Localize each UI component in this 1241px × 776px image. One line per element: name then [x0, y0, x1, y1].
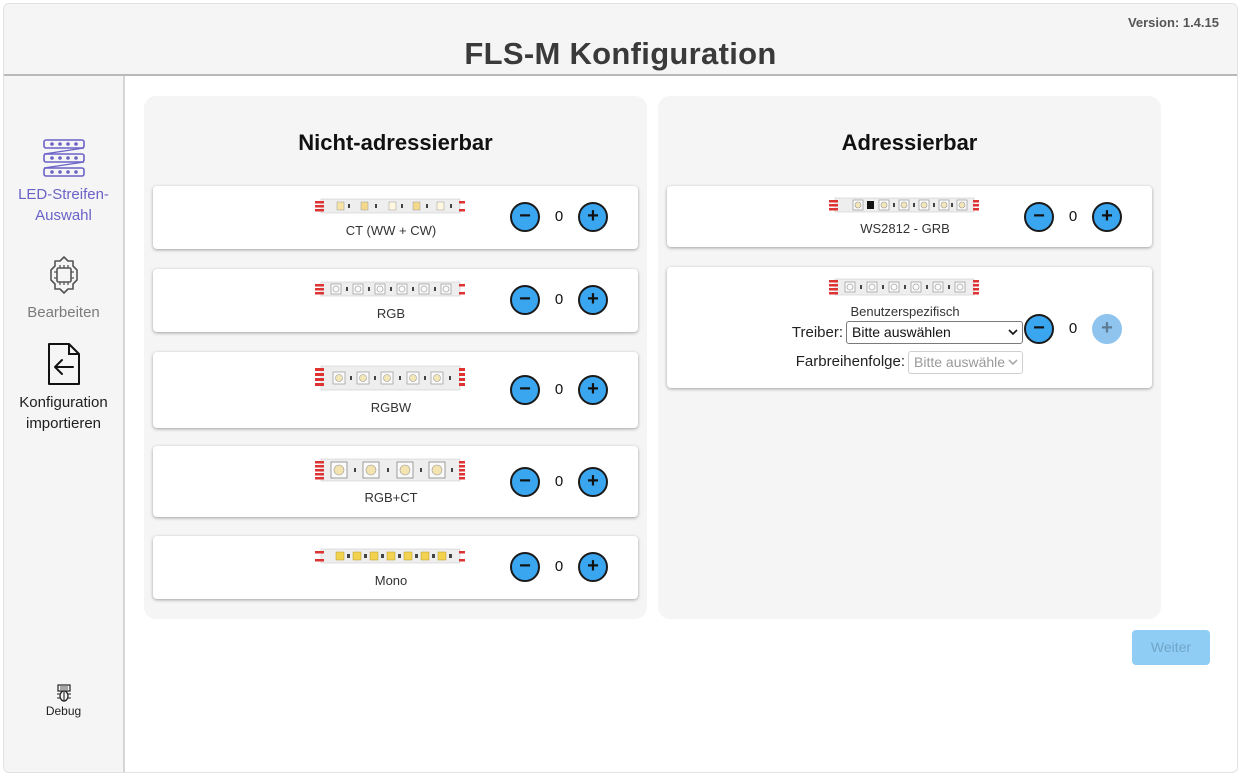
quantity-stepper: − 0 +: [510, 375, 624, 405]
quantity-stepper: − 0 +: [510, 285, 624, 315]
sidebar-item-label: Debug: [45, 704, 82, 718]
quantity-stepper: − 0 +: [510, 467, 624, 497]
quantity-value: 0: [554, 381, 564, 398]
increase-button[interactable]: +: [578, 552, 608, 582]
increase-button[interactable]: +: [1092, 314, 1122, 344]
next-button[interactable]: Weiter: [1132, 630, 1210, 665]
increase-button[interactable]: +: [1092, 202, 1122, 232]
quantity-stepper: − 0 +: [1024, 202, 1138, 232]
quantity-value: 0: [554, 208, 564, 225]
driver-select-value: Bitte auswählen: [852, 324, 951, 340]
color-order-select-value: Bitte auswähle: [914, 354, 1006, 370]
quantity-value: 0: [554, 558, 564, 575]
led-strip-custom-image: [829, 278, 979, 296]
decrease-button[interactable]: −: [510, 285, 540, 315]
led-strip-rgbw-image: [315, 365, 465, 391]
quantity-value: 0: [1068, 320, 1078, 337]
decrease-button[interactable]: −: [510, 467, 540, 497]
chevron-down-icon: [1008, 329, 1018, 336]
led-strip-ct-image: [315, 198, 465, 214]
page-title: FLS-M Konfiguration: [464, 36, 777, 71]
color-order-label: Farbreihenfolge:: [795, 353, 905, 370]
decrease-button[interactable]: −: [1024, 314, 1054, 344]
strip-card-custom: Benutzerspezifisch Treiber: Bitte auswäh…: [667, 267, 1152, 388]
strip-card-rgb-ct: RGB+CT − 0 +: [153, 446, 638, 517]
led-strip-rgbct-image: [315, 458, 465, 482]
header: Version: 1.4.15 FLS-M Konfiguration: [4, 4, 1237, 76]
addressable-panel: Adressierbar WS2812 - GRB − 0 + Benutzer…: [658, 96, 1161, 619]
led-strip-ws2812-image: [829, 197, 979, 213]
quantity-value: 0: [554, 473, 564, 490]
strip-card-ct: CT (WW + CW) − 0 +: [153, 186, 638, 249]
decrease-button[interactable]: −: [510, 375, 540, 405]
quantity-stepper: − 0 +: [1024, 314, 1138, 344]
panel-title: Adressierbar: [841, 130, 978, 155]
decrease-button[interactable]: −: [1024, 202, 1054, 232]
increase-button[interactable]: +: [578, 467, 608, 497]
version-label: Version: 1.4.15: [1127, 15, 1219, 30]
chevron-down-icon: [1008, 357, 1018, 367]
driver-label: Treiber:: [791, 324, 843, 341]
strip-card-rgbw: RGBW − 0 +: [153, 352, 638, 428]
quantity-stepper: − 0 +: [510, 552, 624, 582]
quantity-value: 0: [1068, 208, 1078, 225]
quantity-value: 0: [554, 291, 564, 308]
sidebar-item-label: Bearbeiten: [27, 304, 100, 321]
non-addressable-panel: Nicht-adressierbar CT (WW + CW) − 0 + RG…: [144, 96, 647, 619]
sidebar-item-debug[interactable]: Debug: [4, 684, 123, 718]
sidebar-item-led-strip-selection[interactable]: LED-Streifen-Auswahl: [4, 138, 123, 226]
strip-card-rgb: RGB − 0 +: [153, 269, 638, 332]
led-strip-icon: [42, 139, 85, 177]
driver-select[interactable]: Bitte auswählen: [846, 321, 1023, 344]
color-order-select[interactable]: Bitte auswähle: [908, 351, 1023, 374]
led-strip-mono-image: [315, 548, 465, 564]
strip-card-mono: Mono − 0 +: [153, 536, 638, 599]
app-window: Version: 1.4.15 FLS-M Konfiguration LED-…: [3, 3, 1238, 773]
file-import-icon: [47, 343, 80, 385]
panel-title: Nicht-adressierbar: [298, 130, 493, 155]
chip-gear-icon: [49, 256, 78, 294]
quantity-stepper: − 0 +: [510, 202, 624, 232]
decrease-button[interactable]: −: [510, 202, 540, 232]
sidebar-item-edit[interactable]: Bearbeiten: [4, 254, 123, 323]
increase-button[interactable]: +: [578, 285, 608, 315]
color-order-row: Farbreihenfolge:: [667, 351, 905, 374]
sidebar-item-label: Konfiguration importieren: [19, 394, 108, 432]
sidebar: LED-Streifen-Auswahl Bearbeiten Konfigur…: [4, 76, 125, 772]
sidebar-item-import-config[interactable]: Konfiguration importieren: [4, 342, 123, 434]
led-strip-rgb-image: [315, 281, 465, 297]
bug-icon: [56, 684, 71, 702]
increase-button[interactable]: +: [578, 202, 608, 232]
strip-card-ws2812: WS2812 - GRB − 0 +: [667, 186, 1152, 247]
sidebar-item-label: LED-Streifen-Auswahl: [18, 186, 109, 224]
increase-button[interactable]: +: [578, 375, 608, 405]
decrease-button[interactable]: −: [510, 552, 540, 582]
driver-row: Treiber:: [667, 322, 843, 345]
